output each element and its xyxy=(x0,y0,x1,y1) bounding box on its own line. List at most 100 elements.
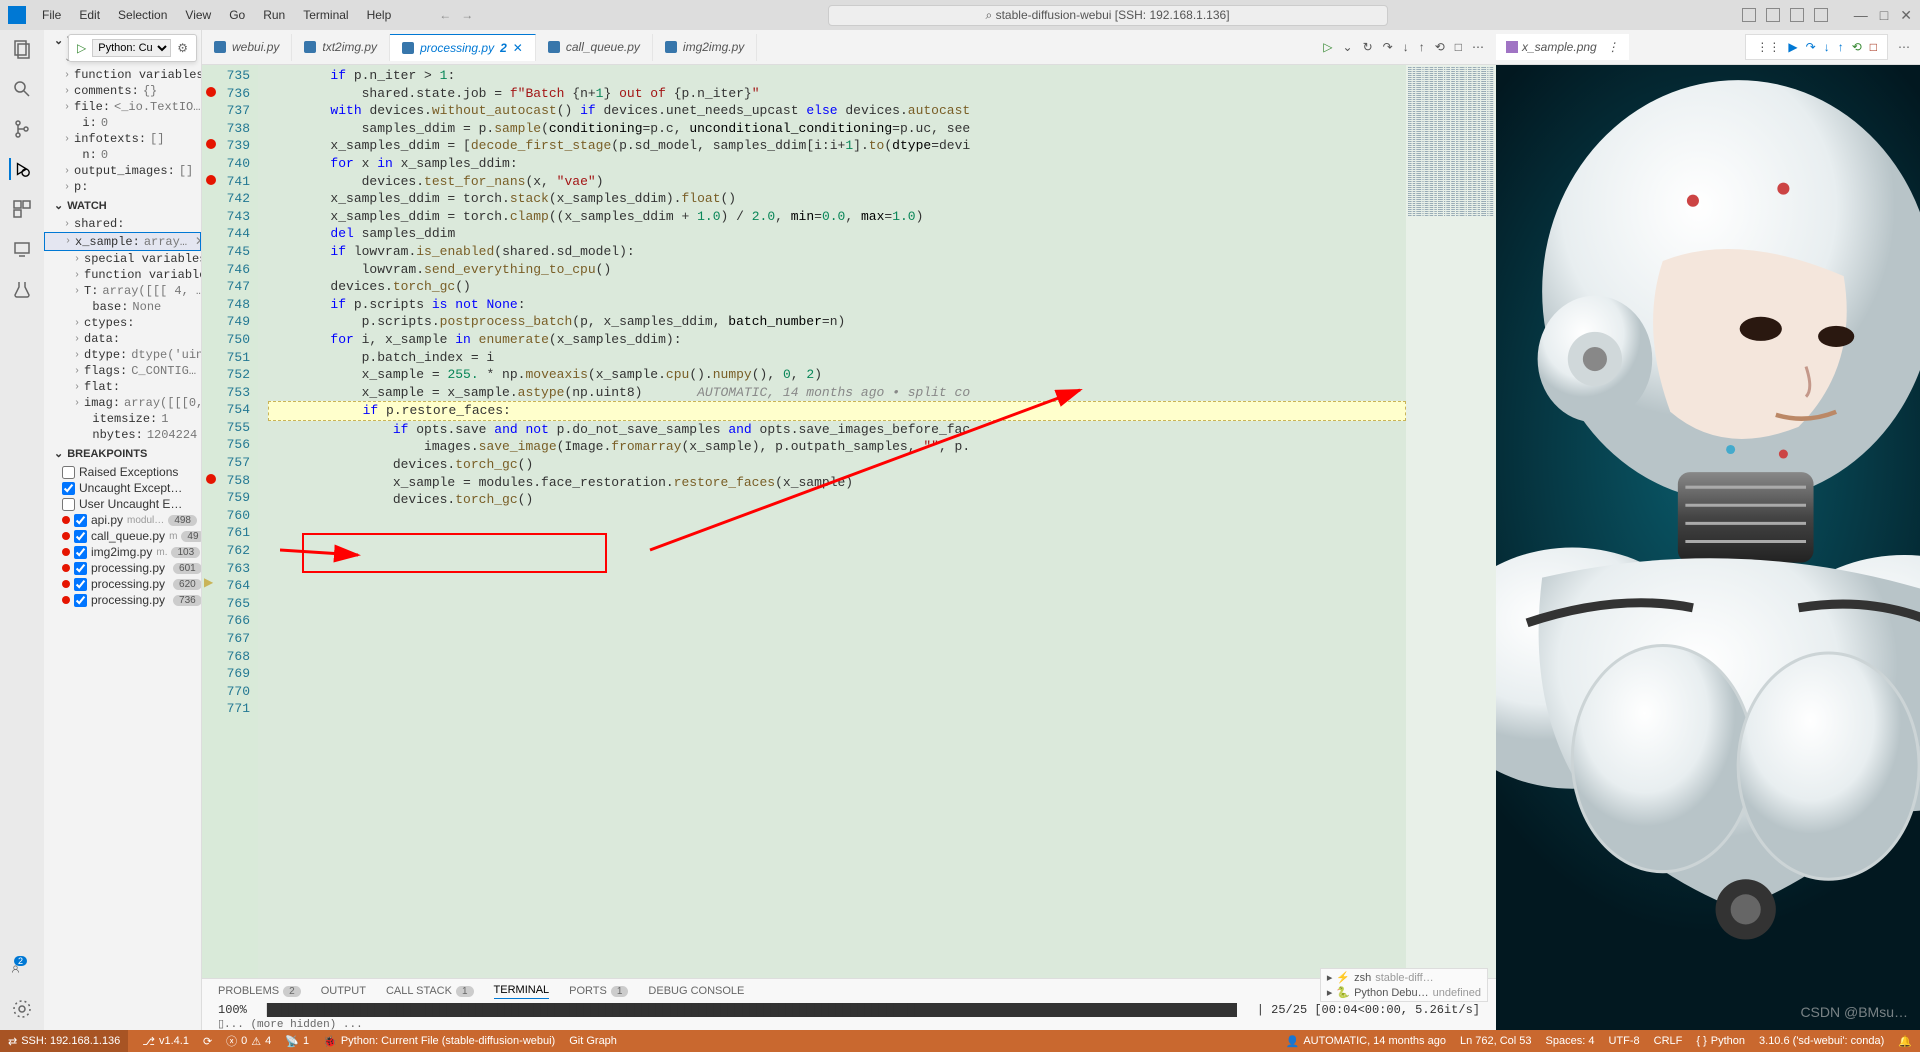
watch-row[interactable]: › data: xyxy=(44,331,201,347)
watch-row[interactable]: › shared: xyxy=(44,216,201,232)
panel-tab-debug-console[interactable]: DEBUG CONSOLE xyxy=(648,985,744,997)
bp-option[interactable]: Raised Exceptions xyxy=(44,464,201,480)
bp-file[interactable]: api.py modul…498 xyxy=(44,512,201,528)
terminal-session[interactable]: ▸⚡ zsh stable-diff… xyxy=(1327,971,1481,984)
bp-file[interactable]: img2img.py m.103 xyxy=(44,544,201,560)
layout-icon[interactable] xyxy=(1814,8,1828,22)
scm-icon[interactable] xyxy=(11,118,33,140)
testing-icon[interactable] xyxy=(11,278,33,300)
watch-row[interactable]: › imag: array([[[0,… xyxy=(44,395,201,411)
layout-icon[interactable] xyxy=(1766,8,1780,22)
ports-status[interactable]: 📡 1 xyxy=(285,1035,309,1048)
image-tab[interactable]: x_sample.png⋮ xyxy=(1496,34,1629,60)
cursor-position[interactable]: Ln 762, Col 53 xyxy=(1460,1035,1532,1047)
language-status[interactable]: { } Python xyxy=(1696,1035,1745,1047)
panel-tab-problems[interactable]: PROBLEMS 2 xyxy=(218,985,301,997)
git-branch[interactable]: ⎇v1.4.1 xyxy=(142,1035,189,1048)
run-dropdown-icon[interactable]: ⌄ xyxy=(1343,40,1353,54)
watch-header[interactable]: ⌄WATCH xyxy=(44,195,201,216)
settings-icon[interactable] xyxy=(11,998,33,1020)
eol-status[interactable]: CRLF xyxy=(1654,1035,1683,1047)
indent-status[interactable]: Spaces: 4 xyxy=(1546,1035,1595,1047)
var-row[interactable]: › file: <_io.TextIO… xyxy=(44,99,201,115)
maximize-icon[interactable]: □ xyxy=(1880,7,1888,24)
gear-icon[interactable]: ⚙ xyxy=(177,41,188,55)
start-debug-icon[interactable]: ▷ xyxy=(77,41,86,55)
minimap[interactable]: ▬▬▬ ▬▬ ▬▬▬▬ ▬ ▬▬▬ ▬▬▬ ▬▬ ▬▬▬▬ ▬ ▬▬▬ ▬▬▬ … xyxy=(1406,65,1496,978)
line-gutter[interactable]: 7357367377387397407417427437447457467477… xyxy=(202,65,258,978)
back-icon[interactable]: ← xyxy=(439,8,451,22)
var-row[interactable]: › p: xyxy=(44,179,201,195)
notifications-icon[interactable]: 🔔 xyxy=(1898,1035,1912,1048)
sync-icon[interactable]: ⟳ xyxy=(203,1035,212,1048)
menu-view[interactable]: View xyxy=(177,6,219,24)
step-into-icon[interactable]: ↓ xyxy=(1824,40,1830,54)
remote-icon[interactable] xyxy=(11,238,33,260)
search-icon[interactable] xyxy=(11,78,33,100)
debug-status[interactable]: 🐞 Python: Current File (stable-diffusion… xyxy=(323,1035,555,1048)
more-icon[interactable]: ⋯ xyxy=(1888,40,1920,54)
step-over-icon[interactable]: ↷ xyxy=(1806,40,1816,54)
restart-icon[interactable]: ⟲ xyxy=(1435,40,1445,54)
forward-icon[interactable]: → xyxy=(461,8,473,22)
git-graph[interactable]: Git Graph xyxy=(569,1035,617,1047)
watch-row[interactable]: › dtype: dtype('uin… xyxy=(44,347,201,363)
command-center[interactable]: ⌕ stable-diffusion-webui [SSH: 192.168.1… xyxy=(828,5,1388,26)
panel-tab-call-stack[interactable]: CALL STACK 1 xyxy=(386,985,474,997)
image-viewer[interactable] xyxy=(1496,65,1920,1030)
menu-terminal[interactable]: Terminal xyxy=(295,6,356,24)
debug-config-select[interactable]: Python: Cu xyxy=(92,39,171,57)
more-icon[interactable]: ⋯ xyxy=(1472,40,1484,54)
terminal-session[interactable]: ▸🐍 Python Debu… undefined xyxy=(1327,986,1481,999)
step-over-icon[interactable]: ↷ xyxy=(1383,40,1393,54)
step-out-icon[interactable]: ↑ xyxy=(1838,40,1844,54)
continue-icon[interactable]: ↻ xyxy=(1363,40,1373,54)
terminal-output[interactable]: 100% ███████████████████████████████████… xyxy=(202,1003,1496,1017)
watch-row[interactable]: › T: array([[[ 4, … xyxy=(44,283,201,299)
watch-row[interactable]: nbytes: 1204224 xyxy=(44,427,201,443)
var-row[interactable]: › output_images: [] xyxy=(44,163,201,179)
problems-status[interactable]: ⓧ 0 ⚠ 4 xyxy=(226,1033,271,1049)
panel-tab-terminal[interactable]: TERMINAL xyxy=(494,984,550,999)
panel-tab-ports[interactable]: PORTS 1 xyxy=(569,985,628,997)
var-row[interactable]: i: 0 xyxy=(44,115,201,131)
bp-file[interactable]: processing.py 736 xyxy=(44,592,201,608)
stop-icon[interactable]: □ xyxy=(1870,40,1877,54)
menu-edit[interactable]: Edit xyxy=(71,6,108,24)
debug-icon[interactable] xyxy=(9,158,31,180)
blame-status[interactable]: 👤 AUTOMATIC, 14 months ago xyxy=(1286,1035,1446,1048)
grip-icon[interactable]: ⋮⋮ xyxy=(1756,40,1780,54)
tab-img2img.py[interactable]: img2img.py xyxy=(653,34,757,61)
bp-file[interactable]: processing.py 601 xyxy=(44,560,201,576)
continue-icon[interactable]: ▶ xyxy=(1788,40,1797,54)
breakpoints-header[interactable]: ⌄BREAKPOINTS xyxy=(44,443,201,464)
bp-option[interactable]: Uncaught Except… xyxy=(44,480,201,496)
panel-tab-output[interactable]: OUTPUT xyxy=(321,985,366,997)
watch-row[interactable]: › flat: xyxy=(44,379,201,395)
account-icon[interactable]: 2 xyxy=(11,958,33,980)
watch-row[interactable]: base: None xyxy=(44,299,201,315)
bp-file[interactable]: processing.py 620 xyxy=(44,576,201,592)
var-row[interactable]: › function variables xyxy=(44,67,201,83)
code-editor[interactable]: if p.n_iter > 1: shared.state.job = f"Ba… xyxy=(258,65,1406,978)
watch-row[interactable]: itemsize: 1 xyxy=(44,411,201,427)
watch-row[interactable]: › flags: C_CONTIG… xyxy=(44,363,201,379)
var-row[interactable]: › comments: {} xyxy=(44,83,201,99)
tab-txt2img.py[interactable]: txt2img.py xyxy=(292,34,390,61)
menu-selection[interactable]: Selection xyxy=(110,6,175,24)
encoding-status[interactable]: UTF-8 xyxy=(1608,1035,1639,1047)
bp-option[interactable]: User Uncaught E… xyxy=(44,496,201,512)
interpreter-status[interactable]: 3.10.6 ('sd-webui': conda) xyxy=(1759,1035,1884,1047)
minimize-icon[interactable]: — xyxy=(1854,7,1868,24)
menu-file[interactable]: File xyxy=(34,6,69,24)
tab-processing.py[interactable]: processing.py2 ✕ xyxy=(390,34,536,61)
watch-row[interactable]: › x_sample: array…✕ xyxy=(44,232,201,251)
watch-row[interactable]: › ctypes: xyxy=(44,315,201,331)
restart-icon[interactable]: ⟲ xyxy=(1852,40,1862,54)
stop-icon[interactable]: □ xyxy=(1455,40,1462,54)
remote-indicator[interactable]: ⇄SSH: 192.168.1.136 xyxy=(0,1030,128,1052)
tab-webui.py[interactable]: webui.py xyxy=(202,34,292,61)
extensions-icon[interactable] xyxy=(11,198,33,220)
run-icon[interactable]: ▷ xyxy=(1323,40,1332,54)
menu-help[interactable]: Help xyxy=(359,6,400,24)
